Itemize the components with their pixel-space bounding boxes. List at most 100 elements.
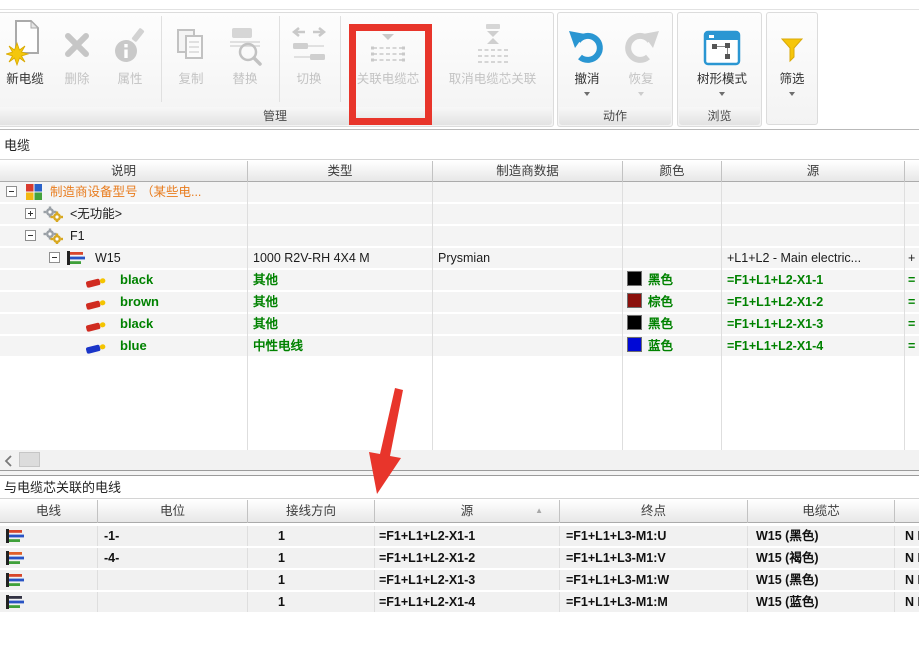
copy-label: 复制 (178, 68, 203, 87)
redo-label: 恢复 (628, 68, 653, 87)
color-name: 黑色 (648, 317, 673, 331)
wire-table-row[interactable]: 1 =F1+L1+L2-X1-3 =F1+L1+L3-M1:W W15 (黑色)… (0, 570, 919, 590)
tree-mode-icon (703, 14, 741, 66)
cell-potential (98, 570, 248, 590)
tree-item-label: F1 (70, 226, 85, 246)
cell-direction: 1 (248, 548, 375, 568)
ribbon-toolbar: 管理 动作 浏览 新电缆 (0, 10, 919, 130)
cell-overflow: = (905, 292, 919, 312)
cell-source: =F1+L1+L2-X1-1 (375, 526, 560, 546)
horizontal-scrollbar[interactable] (0, 450, 919, 470)
collapse-box-icon[interactable] (25, 230, 36, 241)
cell-source: +L1+L2 - Main electric... (722, 248, 905, 268)
replace-button[interactable]: 替换 (219, 14, 271, 108)
column-header-wire-source[interactable]: 源 ▲ (375, 500, 560, 523)
wire-table-row[interactable]: -4- 1 =F1+L1+L2-X1-2 =F1+L1+L3-M1:V W15 … (0, 548, 919, 568)
cell-type: 其他 (248, 270, 433, 290)
column-header-wire[interactable]: 电线 (0, 500, 98, 523)
wires-table-header: 电线 电位 接线方向 源 ▲ 终点 电缆芯 (0, 500, 919, 523)
ribbon-group-actions-label: 动作 (559, 107, 671, 125)
new-cable-button[interactable]: 新电缆 (0, 14, 50, 108)
new-cable-label: 新电缆 (6, 68, 44, 87)
delete-button[interactable]: 删除 (52, 14, 102, 108)
pane-splitter[interactable] (0, 470, 919, 476)
filter-button[interactable]: 筛选 (767, 14, 817, 108)
column-header-potential[interactable]: 电位 (98, 500, 248, 523)
color-name: 蓝色 (648, 339, 673, 353)
cell-overflow: = (905, 336, 919, 356)
unassociate-cable-cores-button[interactable]: 取消电缆芯关联 (433, 14, 552, 108)
redo-dropdown-arrow-icon[interactable] (638, 92, 644, 96)
table-row-core-black-1[interactable]: black 其他 黑色 =F1+L1+L2-X1-1 = (0, 270, 919, 290)
cable-icon (6, 551, 26, 568)
wires-pane-title: 与电缆芯关联的电线 (0, 477, 919, 499)
cell-overflow: = (905, 270, 919, 290)
replace-label: 替换 (232, 68, 257, 87)
undo-icon (568, 14, 606, 66)
tree-mode-dropdown-arrow-icon[interactable] (719, 92, 725, 96)
table-row-cable-w15[interactable]: W15 1000 R2V-RH 4X4 M Prysmian +L1+L2 - … (0, 248, 919, 268)
redo-button[interactable]: 恢复 (615, 14, 667, 108)
table-row-core-brown[interactable]: brown 其他 棕色 =F1+L1+L2-X1-2 = (0, 292, 919, 312)
cell-direction: 1 (248, 570, 375, 590)
tree-item-label: black (120, 270, 153, 290)
wire-blue-icon (85, 340, 109, 356)
unassociate-cable-cores-label: 取消电缆芯关联 (449, 68, 537, 87)
column-header-manufacturer-data[interactable]: 制造商数据 (433, 161, 623, 182)
column-header-type[interactable]: 类型 (248, 161, 433, 182)
table-row-no-function[interactable]: <无功能> (0, 204, 919, 224)
switch-button[interactable]: 切换 (283, 14, 335, 108)
cable-icon (6, 595, 26, 612)
column-header-cable-core[interactable]: 电缆芯 (748, 500, 895, 523)
column-header-overflow (895, 500, 919, 523)
cell-direction: 1 (248, 592, 375, 612)
column-header-source[interactable]: 源 (722, 161, 905, 182)
collapse-box-icon[interactable] (6, 186, 17, 197)
cell-type: 1000 R2V-RH 4X4 M (248, 248, 433, 268)
cell-overflow: = (905, 314, 919, 334)
cables-pane-title: 电缆 (0, 131, 919, 160)
column-header-color[interactable]: 颜色 (623, 161, 722, 182)
cell-potential (98, 592, 248, 612)
window-top-strip (0, 0, 919, 10)
collapse-box-icon[interactable] (49, 252, 60, 263)
expand-box-icon[interactable] (25, 208, 36, 219)
undo-dropdown-arrow-icon[interactable] (584, 92, 590, 96)
cell-manufacturer: Prysmian (433, 248, 623, 268)
wire-table-row[interactable]: 1 =F1+L1+L2-X1-4 =F1+L1+L3-M1:M W15 (蓝色)… (0, 592, 919, 612)
properties-button[interactable]: 属性 (103, 14, 157, 108)
unassociate-cable-cores-icon (473, 14, 513, 66)
cell-destination: =F1+L1+L3-M1:V (560, 548, 748, 568)
ribbon-group-browse-label: 浏览 (679, 107, 760, 125)
cell-overflow: N L (895, 592, 919, 612)
switch-label: 切换 (296, 68, 321, 87)
tree-item-label: black (120, 314, 153, 334)
table-row-f1[interactable]: F1 (0, 226, 919, 246)
table-row-core-blue[interactable]: blue 中性电线 蓝色 =F1+L1+L2-X1-4 = (0, 336, 919, 356)
column-header-description[interactable]: 说明 (0, 161, 248, 182)
wire-table-row[interactable]: -1- 1 =F1+L1+L2-X1-1 =F1+L1+L3-M1:U W15 … (0, 526, 919, 546)
device-cube-icon (26, 184, 42, 202)
cell-source: =F1+L1+L2-X1-3 (375, 570, 560, 590)
filter-dropdown-arrow-icon[interactable] (789, 92, 795, 96)
column-header-direction[interactable]: 接线方向 (248, 500, 375, 523)
cell-destination: =F1+L1+L3-M1:U (560, 526, 748, 546)
cell-direction: 1 (248, 526, 375, 546)
undo-button[interactable]: 撤消 (561, 14, 613, 108)
table-row-core-black-2[interactable]: black 其他 黑色 =F1+L1+L2-X1-3 = (0, 314, 919, 334)
cell-cable-core: W15 (褐色) (748, 548, 895, 568)
wire-red-icon (85, 296, 109, 312)
scrollbar-thumb[interactable] (19, 452, 40, 467)
column-header-destination[interactable]: 终点 (560, 500, 748, 523)
delete-icon (63, 14, 91, 66)
copy-button[interactable]: 复制 (165, 14, 217, 108)
function-gears-icon (43, 228, 63, 246)
function-gears-icon (43, 206, 63, 224)
color-swatch (627, 337, 642, 352)
table-row-manufacturer-root[interactable]: 制造商设备型号 （某些电... (0, 182, 919, 202)
tree-mode-button[interactable]: 树形模式 (683, 14, 761, 108)
properties-icon (114, 14, 146, 66)
cell-source: =F1+L1+L2-X1-4 (722, 336, 905, 356)
toolbar-separator (340, 16, 341, 102)
tree-item-label: W15 (95, 248, 121, 268)
